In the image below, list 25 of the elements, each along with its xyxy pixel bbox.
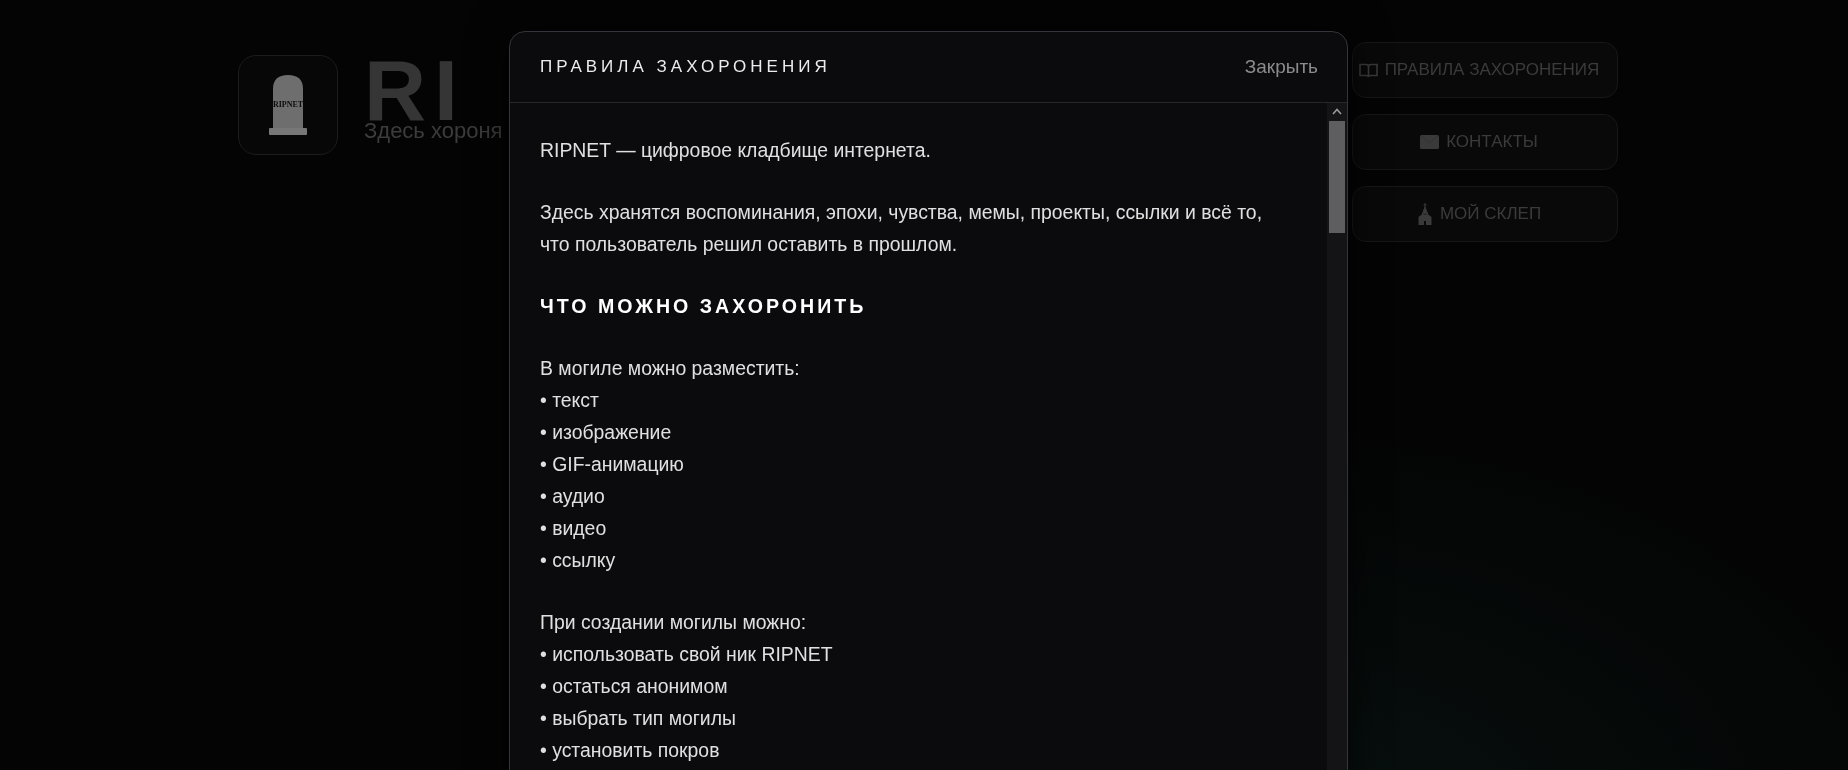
list-item: • выбрать тип могилы: [540, 706, 736, 731]
list-item: • использовать свой ник RIPNET: [540, 642, 833, 667]
list-item: • аудио: [540, 484, 605, 509]
book-icon: [1358, 62, 1378, 78]
envelope-icon: [1420, 135, 1440, 149]
list-item: • изображение: [540, 420, 672, 445]
list-item: • остаться анонимом: [540, 674, 728, 699]
list-item: • ссылку: [540, 548, 616, 573]
dialog-title: ПРАВИЛА ЗАХОРОНЕНИЯ: [540, 57, 831, 77]
list-item: • GIF-анимацию: [540, 452, 684, 477]
body-paragraph: RIPNET — цифровое кладбище интернета.: [540, 138, 932, 163]
scrollbar-thumb[interactable]: [1329, 121, 1345, 233]
tombstone-inscription: RIPNET: [272, 101, 304, 109]
list-item: • установить покров: [540, 738, 720, 763]
list-item: • видео: [540, 516, 607, 541]
section-heading: ЧТО МОЖНО ЗАХОРОНИТЬ: [540, 294, 868, 319]
list-intro: В могиле можно разместить:: [540, 356, 800, 381]
scroll-up-icon[interactable]: [1332, 108, 1342, 115]
tombstone-icon: [269, 75, 307, 135]
scrollbar-track[interactable]: [1327, 103, 1347, 770]
body-paragraph: Здесь хранятся воспоминания, эпохи, чувства, мемы, проекты, ссылки и всё то, что пользователь решил оставить в прошлом.: [540, 200, 1264, 257]
church-icon: [1416, 203, 1433, 225]
close-button[interactable]: Закрыть: [1244, 56, 1318, 78]
list-intro: При создании могилы можно:: [540, 610, 807, 635]
list-item: • текст: [540, 388, 599, 413]
